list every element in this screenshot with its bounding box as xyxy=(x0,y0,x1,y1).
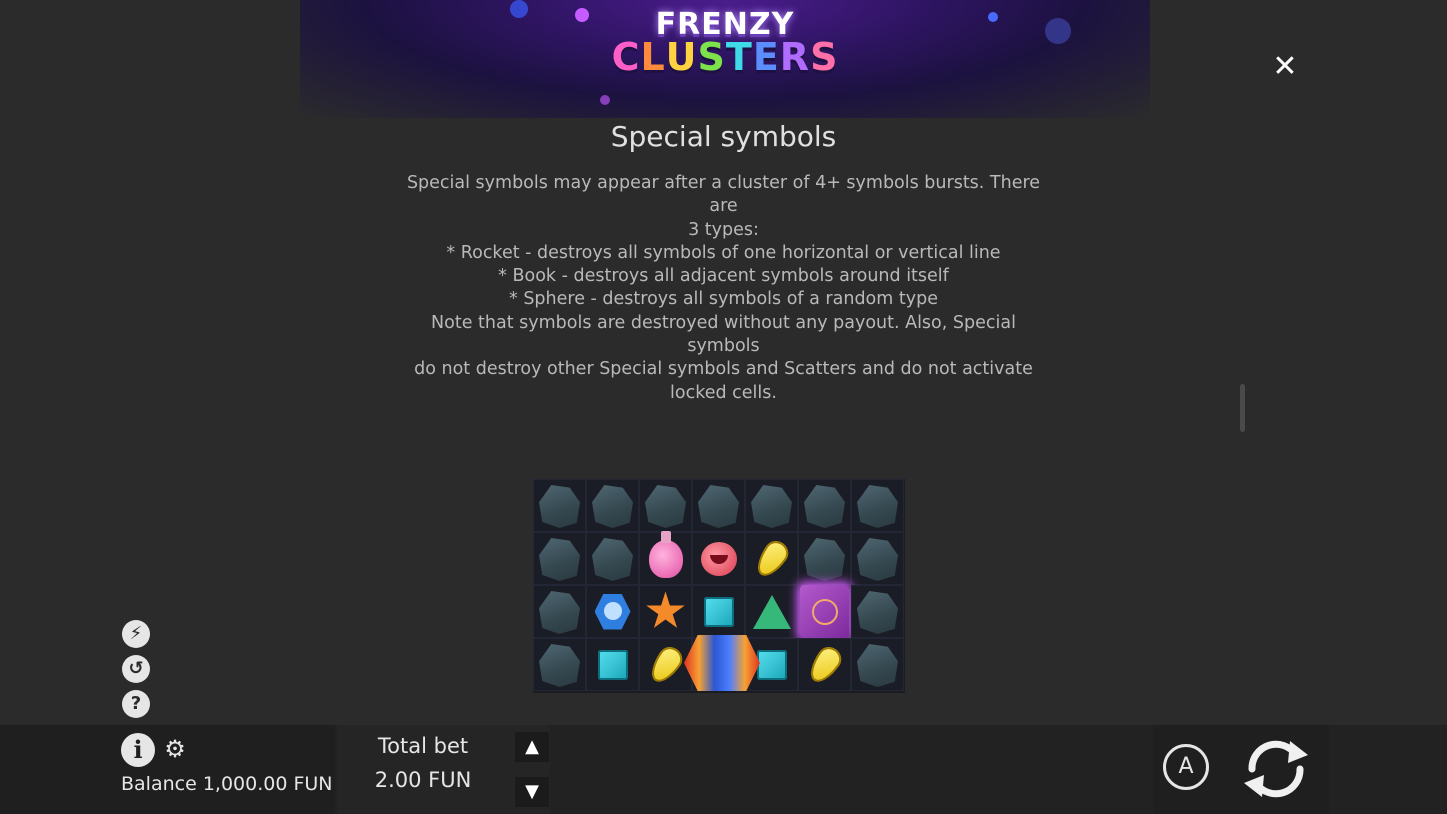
logo-line-2: CLUSTERS xyxy=(300,38,1150,76)
grid-cell xyxy=(533,479,586,532)
grid-cell xyxy=(745,479,798,532)
grid-cell xyxy=(798,532,851,585)
history-icon[interactable]: ↺ xyxy=(122,655,150,683)
close-icon[interactable]: ✕ xyxy=(1270,52,1300,82)
locked-rock-symbol xyxy=(539,591,580,634)
grid-cell xyxy=(586,638,639,691)
bokeh-light xyxy=(600,95,610,105)
symbol-wrap xyxy=(639,530,692,585)
logo-letter: S xyxy=(697,35,726,79)
grid-cell xyxy=(586,532,639,585)
grid-cell xyxy=(586,585,639,638)
spin-arrowhead xyxy=(1288,741,1308,763)
logo-letter: E xyxy=(752,35,780,79)
rocket-symbol xyxy=(684,635,760,691)
grid-cell xyxy=(851,479,904,532)
locked-rock-symbol xyxy=(857,538,898,581)
yellowgem-symbol xyxy=(644,642,687,687)
locked-rock-symbol xyxy=(539,644,580,687)
locked-rock-symbol xyxy=(592,485,633,528)
yellowgem-symbol xyxy=(803,642,846,687)
symbol-wrap xyxy=(692,585,745,638)
grid-cell xyxy=(798,638,851,691)
yellowgem-symbol xyxy=(750,536,793,581)
grid-cell xyxy=(639,530,692,585)
locked-rock-symbol xyxy=(592,538,633,581)
locked-rock-symbol xyxy=(539,485,580,528)
skull-symbol xyxy=(594,593,631,630)
autoplay-button[interactable]: A xyxy=(1163,744,1209,790)
logo-letter: U xyxy=(665,35,698,79)
book-symbol xyxy=(800,585,849,638)
grid-cell xyxy=(692,532,745,585)
symbol-wrap xyxy=(745,585,798,638)
grid-cell xyxy=(639,585,692,638)
symbol-wrap xyxy=(639,585,692,638)
grid-cell xyxy=(692,585,745,638)
teal-symbol xyxy=(703,596,734,627)
locked-rock-symbol xyxy=(804,485,845,528)
teal-symbol xyxy=(597,649,628,680)
bet-increase-button[interactable]: ▲ xyxy=(515,732,549,762)
grid-cell xyxy=(851,585,904,638)
grid-cell xyxy=(533,532,586,585)
tri-symbol xyxy=(752,594,791,629)
grid-cell xyxy=(533,638,586,691)
logo-letter: L xyxy=(640,35,666,79)
grid-cell xyxy=(745,532,798,585)
spin-button[interactable] xyxy=(1238,733,1314,805)
logo-letter: R xyxy=(779,35,811,79)
locked-rock-symbol xyxy=(751,485,792,528)
symbol-wrap xyxy=(798,638,851,691)
locked-rock-symbol xyxy=(804,538,845,581)
symbol-wrap xyxy=(639,638,692,691)
balance-text: Balance 1,000.00 FUN xyxy=(121,773,333,795)
logo-letter: C xyxy=(611,35,641,79)
locked-rock-symbol xyxy=(645,485,686,528)
grid-cell xyxy=(851,638,904,691)
symbol-wrap xyxy=(586,585,639,638)
side-icon-column: ⚡ ↺? xyxy=(122,620,152,725)
grid-cell xyxy=(798,479,851,532)
potion-symbol xyxy=(648,530,683,578)
info-icon[interactable]: i xyxy=(121,733,155,767)
logo-letter: T xyxy=(725,35,753,79)
grid-cell xyxy=(798,585,851,638)
symbol-wrap xyxy=(586,638,639,691)
section-title: Special symbols xyxy=(610,120,837,153)
header-banner: FRENZY CLUSTERS xyxy=(300,0,1150,118)
turbo-icon[interactable]: ⚡ xyxy=(122,620,150,648)
star-symbol xyxy=(646,591,685,628)
locked-rock-symbol xyxy=(539,538,580,581)
grid-cell xyxy=(639,638,692,691)
symbol-wrap xyxy=(692,532,745,585)
bet-decrease-button[interactable]: ▼ xyxy=(515,777,549,807)
grid-cell xyxy=(851,532,904,585)
scrollbar[interactable] xyxy=(1240,384,1245,432)
symbol-wrap xyxy=(745,532,798,585)
grid-cell xyxy=(639,479,692,532)
grid-cell xyxy=(586,479,639,532)
redpot-symbol xyxy=(700,541,737,576)
grid-cell xyxy=(692,479,745,532)
grid-cell xyxy=(745,585,798,638)
locked-rock-symbol xyxy=(698,485,739,528)
locked-rock-symbol xyxy=(857,644,898,687)
locked-rock-symbol xyxy=(857,591,898,634)
game-logo: FRENZY CLUSTERS xyxy=(300,10,1150,77)
logo-letter: S xyxy=(810,35,839,79)
teal-symbol xyxy=(756,649,787,680)
section-description: Special symbols may appear after a clust… xyxy=(406,173,1041,403)
spin-arrowhead xyxy=(1244,775,1264,797)
help-icon[interactable]: ? xyxy=(122,690,150,718)
gear-icon[interactable]: ⚙ xyxy=(162,736,188,762)
grid-cell xyxy=(533,585,586,638)
total-bet-value: 2.00 FUN xyxy=(374,768,472,792)
locked-rock-symbol xyxy=(857,485,898,528)
total-bet-label: Total bet xyxy=(377,734,469,758)
